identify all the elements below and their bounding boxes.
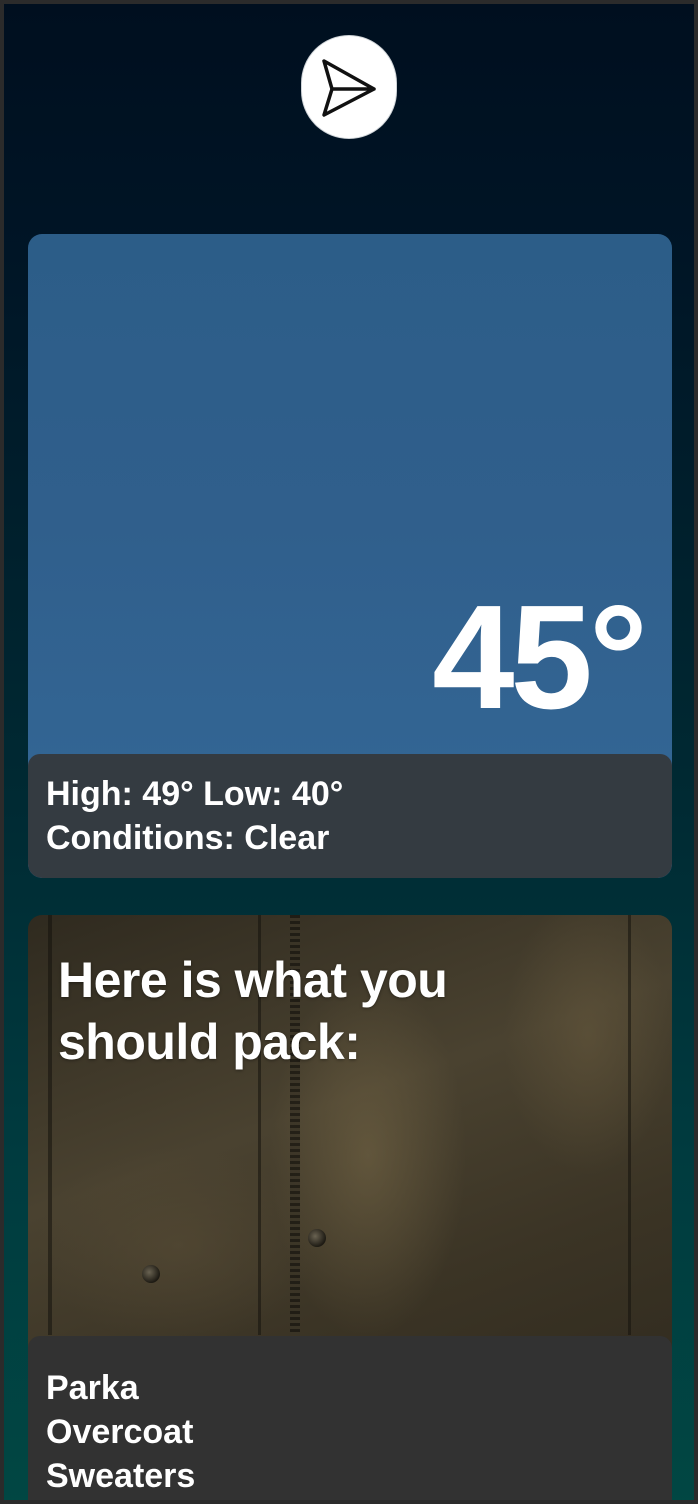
packing-card: Here is what you should pack: Parka Over…	[28, 915, 672, 1500]
weather-conditions: Conditions: Clear	[46, 819, 330, 857]
high-low-temperature: High: 49° Low: 40°	[46, 775, 344, 813]
jacket-seam	[628, 915, 631, 1335]
send-button[interactable]	[301, 35, 397, 139]
app-screen: 45° High: 49° Low: 40° Conditions: Clear…	[0, 0, 698, 1504]
packing-list: Parka Overcoat Sweaters	[28, 1336, 672, 1500]
jacket-seam	[48, 915, 52, 1335]
packing-item: Overcoat	[46, 1413, 194, 1451]
jacket-snap	[142, 1265, 160, 1283]
packing-heading: Here is what you should pack:	[58, 952, 448, 1070]
packing-item: Sweaters	[46, 1457, 196, 1495]
weather-details: High: 49° Low: 40° Conditions: Clear	[28, 754, 672, 878]
jacket-snap	[308, 1229, 326, 1247]
paper-plane-icon	[322, 59, 376, 117]
weather-card: 45° High: 49° Low: 40° Conditions: Clear	[28, 234, 672, 878]
current-temperature: 45°	[432, 575, 648, 740]
packing-item: Parka	[46, 1369, 139, 1407]
